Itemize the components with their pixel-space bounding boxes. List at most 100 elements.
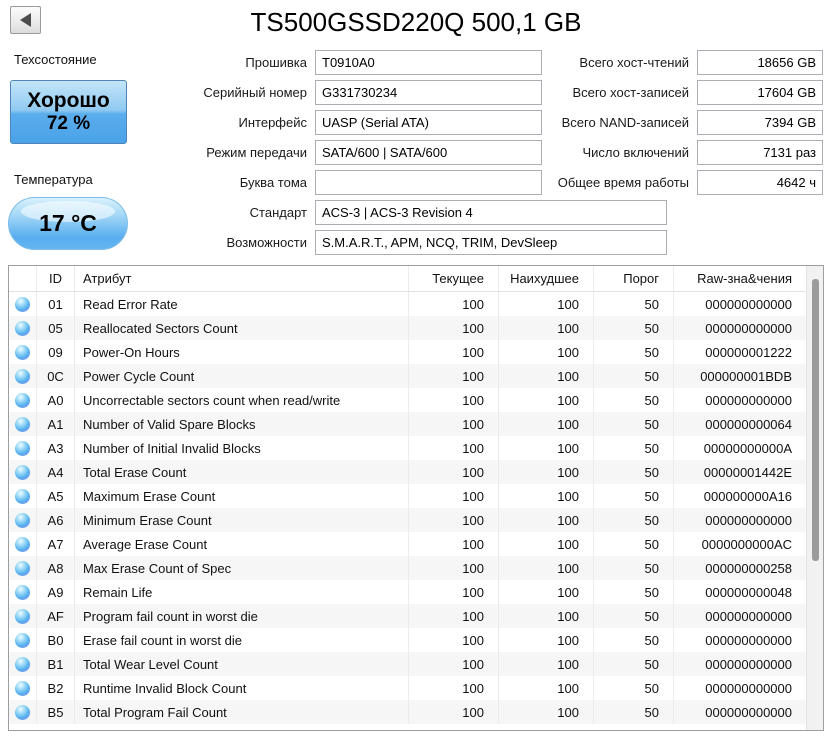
row-raw: 000000000000 [674,652,806,676]
smart-table-row[interactable]: B1Total Wear Level Count1001005000000000… [9,652,806,676]
row-threshold: 50 [594,628,674,652]
smart-table-header: ID Атрибут Текущее Наихудшее Порог Raw-з… [9,266,806,292]
row-raw: 000000000000 [674,508,806,532]
row-worst: 100 [499,316,594,340]
row-status-cell [9,700,37,724]
field-value-box: 17604 GB [697,80,823,105]
smart-table-row[interactable]: A7Average Erase Count100100500000000000A… [9,532,806,556]
blue-orb-icon [15,465,30,480]
row-threshold: 50 [594,412,674,436]
blue-orb-icon [15,561,30,576]
row-raw: 000000000000 [674,388,806,412]
smart-table-row[interactable]: A4Total Erase Count1001005000000001442E [9,460,806,484]
row-current: 100 [409,412,499,436]
blue-orb-icon [15,369,30,384]
row-current: 100 [409,556,499,580]
smart-table-row[interactable]: B2Runtime Invalid Block Count10010050000… [9,676,806,700]
header-raw-values: Raw-зна&чения [674,266,806,291]
row-raw: 000000001222 [674,340,806,364]
smart-table-row[interactable]: A9Remain Life10010050000000000048 [9,580,806,604]
smart-table-row[interactable]: 0CPower Cycle Count10010050000000001BDB [9,364,806,388]
row-raw: 000000000000 [674,676,806,700]
row-attribute: Total Program Fail Count [75,700,409,724]
row-threshold: 50 [594,652,674,676]
field-row: Всего хост-записей17604 GB [542,80,823,105]
field-value-box: 7394 GB [697,110,823,135]
row-id: A0 [37,388,75,412]
row-status-cell [9,556,37,580]
row-id: 09 [37,340,75,364]
row-worst: 100 [499,580,594,604]
smart-table-row[interactable]: B5Total Program Fail Count10010050000000… [9,700,806,724]
row-status-cell [9,484,37,508]
field-value-box: S.M.A.R.T., APM, NCQ, TRIM, DevSleep [315,230,667,255]
row-current: 100 [409,316,499,340]
row-threshold: 50 [594,508,674,532]
field-value-box: UASP (Serial ATA) [315,110,542,135]
blue-orb-icon [15,321,30,336]
row-id: 01 [37,292,75,316]
row-status-cell [9,460,37,484]
row-raw: 000000000000 [674,604,806,628]
row-status-cell [9,580,37,604]
field-row: Серийный номерG331730234 [135,80,542,105]
smart-table-row[interactable]: A1Number of Valid Spare Blocks1001005000… [9,412,806,436]
smart-table-body: 01Read Error Rate1001005000000000000005R… [9,292,806,724]
temperature-value: 17 °C [39,210,97,237]
row-current: 100 [409,340,499,364]
smart-table-row[interactable]: A5Maximum Erase Count10010050000000000A1… [9,484,806,508]
smart-table-row[interactable]: A0Uncorrectable sectors count when read/… [9,388,806,412]
row-current: 100 [409,364,499,388]
row-raw: 000000000000 [674,316,806,340]
blue-orb-icon [15,633,30,648]
health-status-button[interactable]: Хорошо 72 % [10,80,127,144]
row-worst: 100 [499,484,594,508]
row-id: B2 [37,676,75,700]
blue-orb-icon [15,441,30,456]
field-row: Число включений7131 раз [542,140,823,165]
field-row: Всего NAND-записей7394 GB [542,110,823,135]
row-id: 0C [37,364,75,388]
smart-table-row[interactable]: A6Minimum Erase Count1001005000000000000… [9,508,806,532]
row-raw: 000000000000 [674,292,806,316]
row-current: 100 [409,700,499,724]
row-attribute: Program fail count in worst die [75,604,409,628]
smart-table-row[interactable]: A3Number of Initial Invalid Blocks100100… [9,436,806,460]
disk-info-window: TS500GSSD220Q 500,1 GB Техсостояние Хоро… [0,0,832,737]
field-row: ВозможностиS.M.A.R.T., APM, NCQ, TRIM, D… [135,230,667,255]
smart-table-row[interactable]: 01Read Error Rate10010050000000000000 [9,292,806,316]
table-scrollbar[interactable] [806,266,823,730]
row-current: 100 [409,508,499,532]
row-current: 100 [409,676,499,700]
row-status-cell [9,364,37,388]
temperature-indicator[interactable]: 17 °C [8,197,128,250]
blue-orb-icon [15,513,30,528]
row-raw: 000000001BDB [674,364,806,388]
row-id: A9 [37,580,75,604]
field-label: Режим передачи [135,145,315,160]
row-id: B5 [37,700,75,724]
smart-table-row[interactable]: A8Max Erase Count of Spec100100500000000… [9,556,806,580]
row-threshold: 50 [594,580,674,604]
row-worst: 100 [499,436,594,460]
field-label: Серийный номер [135,85,315,100]
row-worst: 100 [499,604,594,628]
field-row: Режим передачиSATA/600 | SATA/600 [135,140,542,165]
field-label: Возможности [135,235,315,250]
row-current: 100 [409,436,499,460]
scrollbar-thumb[interactable] [812,279,819,561]
field-row: Буква тома [135,170,542,195]
row-worst: 100 [499,676,594,700]
row-threshold: 50 [594,676,674,700]
smart-table-row[interactable]: B0Erase fail count in worst die100100500… [9,628,806,652]
row-attribute: Total Wear Level Count [75,652,409,676]
row-threshold: 50 [594,556,674,580]
smart-table-row[interactable]: 09Power-On Hours10010050000000001222 [9,340,806,364]
row-status-cell [9,292,37,316]
row-current: 100 [409,292,499,316]
smart-table-row[interactable]: AFProgram fail count in worst die1001005… [9,604,806,628]
row-attribute: Erase fail count in worst die [75,628,409,652]
field-label: Число включений [542,145,697,160]
smart-table-row[interactable]: 05Reallocated Sectors Count1001005000000… [9,316,806,340]
row-threshold: 50 [594,484,674,508]
